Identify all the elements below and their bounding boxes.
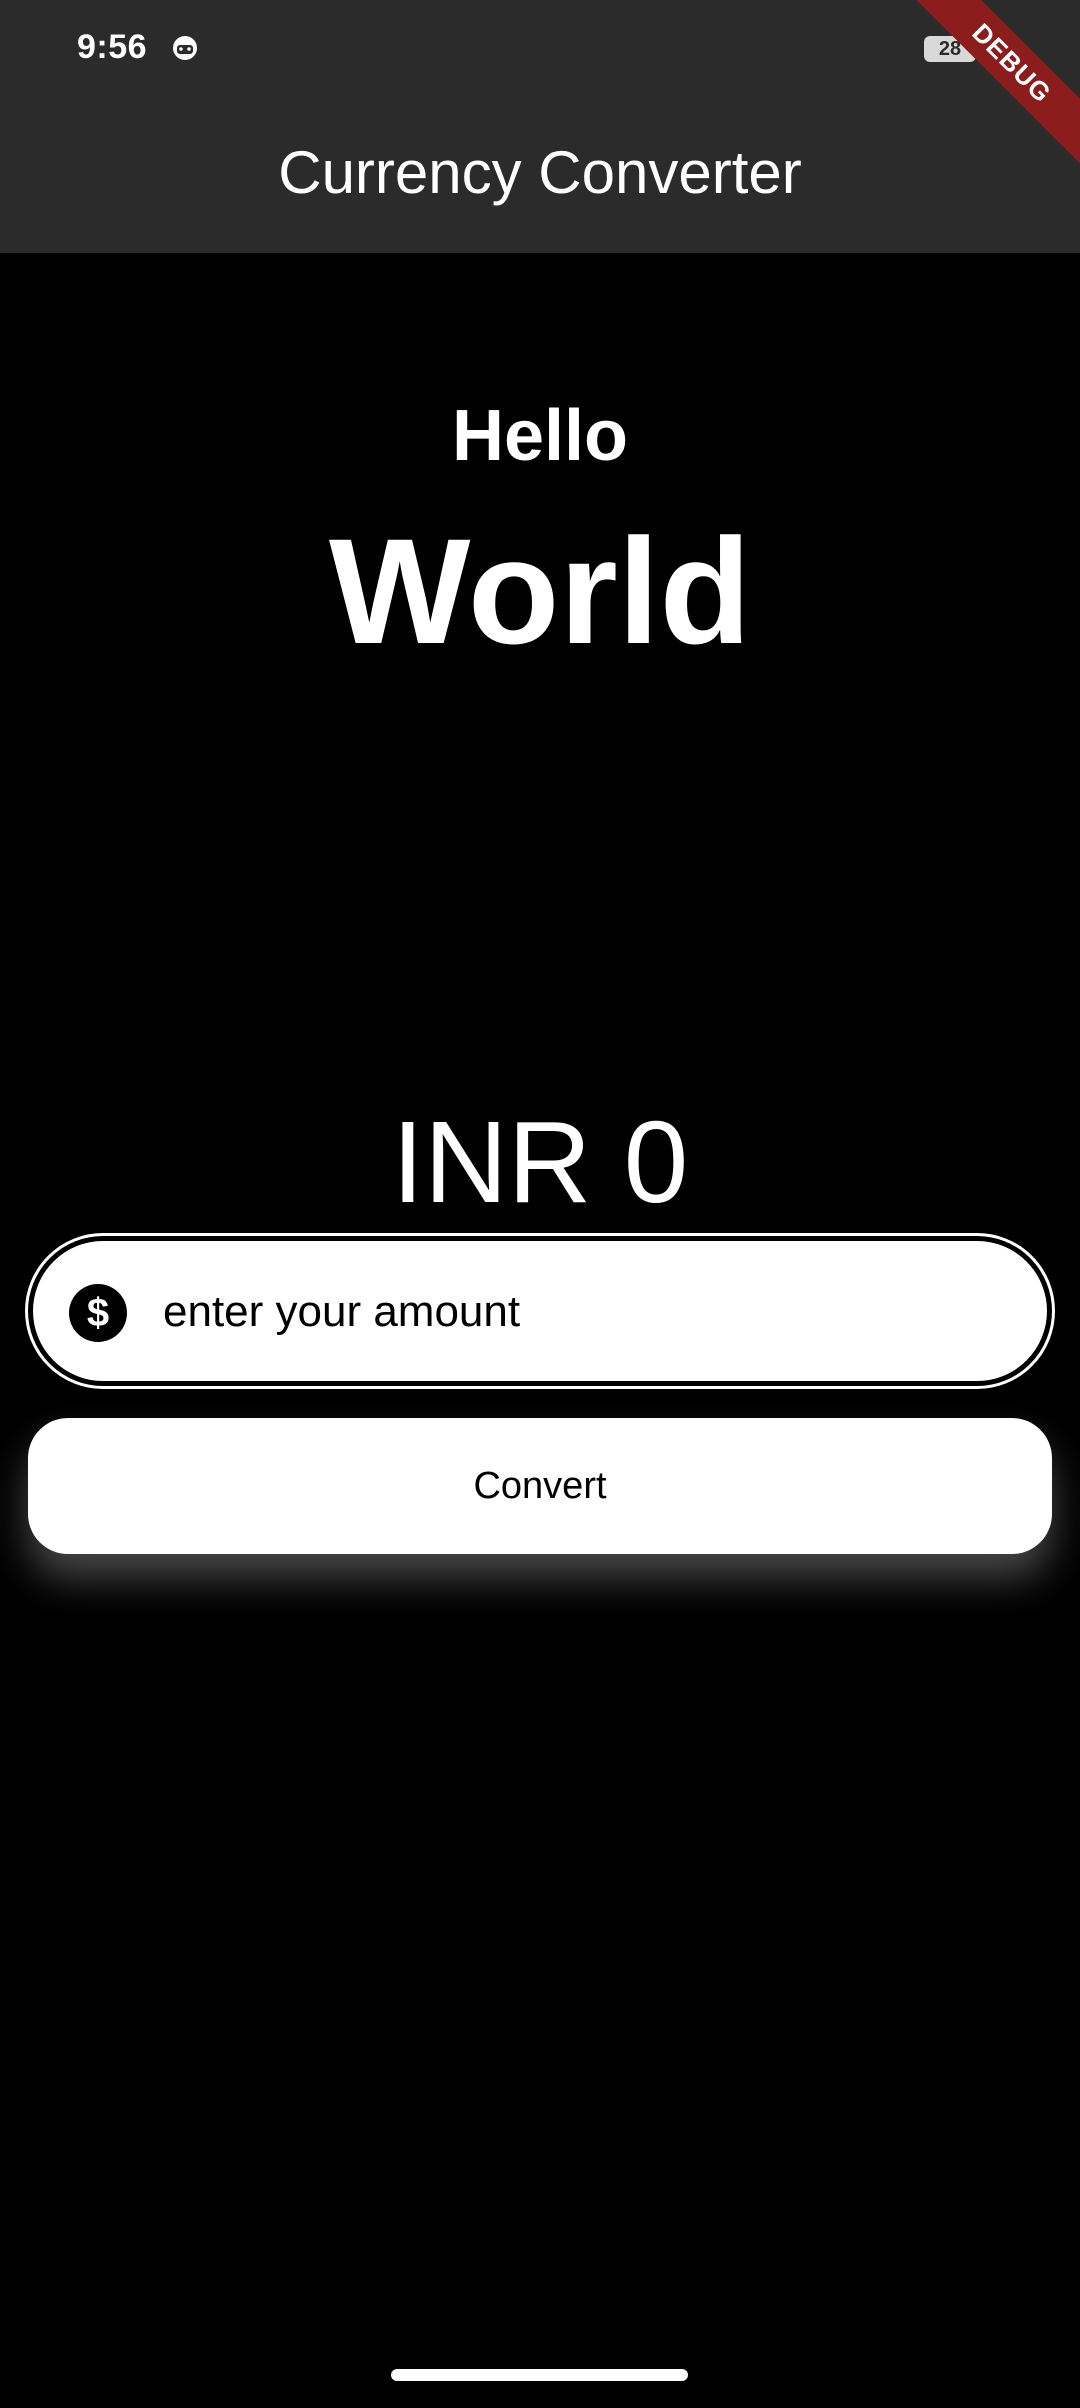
world-heading: World (328, 507, 752, 675)
status-time: 9:56 (77, 28, 148, 66)
amount-input[interactable] (161, 1271, 1025, 1353)
convert-button[interactable]: Convert (28, 1418, 1052, 1554)
dollar-circle-icon: $ (69, 1284, 127, 1342)
status-bar: 9:56 28 (0, 0, 1080, 100)
android-face-icon (173, 36, 197, 60)
battery-indicator: 28 (924, 36, 976, 62)
page-title: Currency Converter (278, 139, 802, 206)
app-screen: 9:56 28 Currency Converter DEBUG Hello W… (0, 0, 1080, 2408)
conversion-result: INR 0 (391, 1097, 689, 1227)
home-indicator[interactable] (391, 2369, 688, 2381)
hello-heading: Hello (451, 396, 629, 476)
amount-field[interactable]: $ (25, 1233, 1055, 1389)
app-bar: Currency Converter (0, 100, 1080, 253)
svg-text:$: $ (87, 1291, 109, 1335)
